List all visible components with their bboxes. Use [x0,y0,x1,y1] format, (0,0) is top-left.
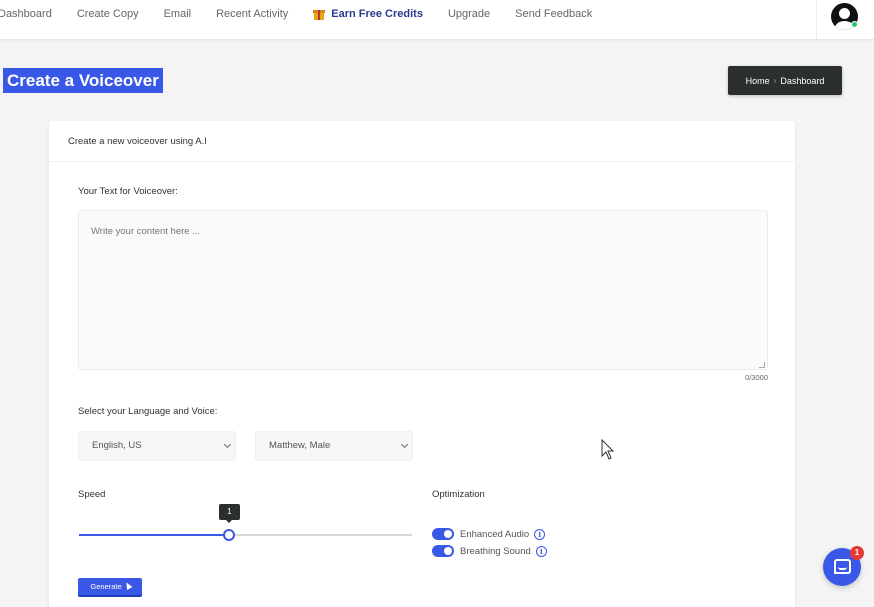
voice-label: Select your Language and Voice: [78,406,218,417]
optimization-label: Optimization [432,489,485,500]
nav-upgrade[interactable]: Upgrade [448,8,490,20]
textarea-resize-handle[interactable] [759,362,765,368]
nav-divider [816,0,817,40]
chat-unread-badge: 1 [850,546,864,560]
voiceover-text-input[interactable] [78,210,768,370]
nav-links: Dashboard Create Copy Email Recent Activ… [0,0,617,28]
chevron-down-icon [223,440,232,449]
chevron-down-icon [400,440,409,449]
breadcrumb-home[interactable]: Home [746,76,770,86]
speed-slider-thumb[interactable] [222,529,235,541]
mouse-pointer-icon [601,439,615,460]
breathing-sound-toggle[interactable] [432,545,454,557]
text-label: Your Text for Voiceover: [78,186,178,197]
character-counter: 0/3000 [745,373,768,382]
top-navbar: Dashboard Create Copy Email Recent Activ… [0,0,874,40]
speed-value-tooltip: 1 [218,504,240,523]
enhanced-audio-toggle[interactable] [432,528,454,540]
info-icon[interactable]: i [535,545,547,557]
language-select[interactable]: English, US [78,431,236,461]
enhanced-audio-label: Enhanced Audio [460,528,530,540]
language-select-value: English, US [92,440,142,451]
page-title: Create a Voiceover [3,68,163,93]
nav-dashboard[interactable]: Dashboard [0,8,52,20]
breathing-sound-row: Breathing Sound i [432,544,547,558]
breadcrumb: Home › Dashboard [728,66,842,95]
nav-recent-activity[interactable]: Recent Activity [216,8,288,20]
enhanced-audio-row: Enhanced Audio i [432,527,546,541]
speed-label: Speed [78,489,106,500]
online-status-indicator [851,21,858,28]
nav-earn-free-credits[interactable]: Earn Free Credits [313,8,423,20]
info-icon[interactable]: i [534,528,546,540]
breadcrumb-separator-icon: › [773,76,777,85]
voice-select[interactable]: Matthew, Male [255,431,413,461]
nav-email[interactable]: Email [164,8,192,20]
nav-create-copy[interactable]: Create Copy [77,8,139,20]
voice-select-value: Matthew, Male [269,440,331,451]
breathing-sound-label: Breathing Sound [460,545,531,557]
nav-send-feedback[interactable]: Send Feedback [515,8,592,20]
nav-earn-free-credits-label: Earn Free Credits [331,8,423,20]
speed-slider-fill [79,534,229,536]
card-header: Create a new voiceover using A.I [49,121,795,162]
voiceover-card: Create a new voiceover using A.I Your Te… [49,121,795,607]
breadcrumb-dashboard[interactable]: Dashboard [780,76,824,86]
gift-icon [313,8,326,20]
